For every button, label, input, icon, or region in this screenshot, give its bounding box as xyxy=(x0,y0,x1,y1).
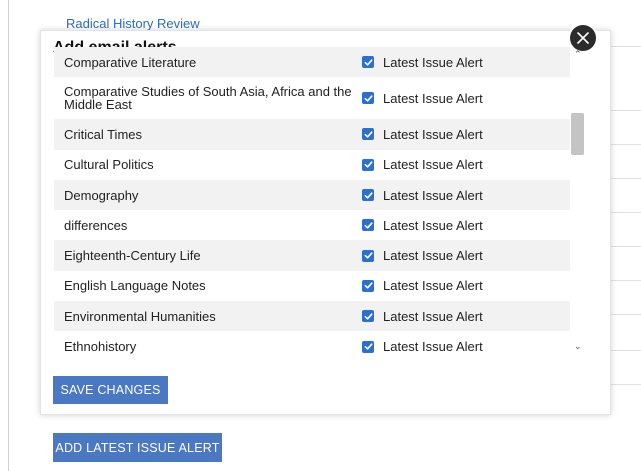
journal-name: Comparative Literature xyxy=(64,54,197,70)
latest-issue-alert-option[interactable]: Latest Issue Alert xyxy=(352,157,483,172)
latest-issue-alert-checkbox[interactable] xyxy=(362,219,374,232)
latest-issue-alert-checkbox[interactable] xyxy=(362,189,374,202)
latest-issue-alert-option[interactable]: Latest Issue Alert xyxy=(352,248,483,263)
background-divider xyxy=(610,212,641,213)
latest-issue-alert-option[interactable]: Latest Issue Alert xyxy=(352,218,483,233)
list-item: English Language Notes Latest Issue Alert xyxy=(54,271,570,301)
journal-name: differences xyxy=(64,217,128,233)
check-icon xyxy=(364,161,373,168)
list-item: Comparative Studies of South Asia, Afric… xyxy=(54,77,570,119)
list-item: Critical Times Latest Issue Alert xyxy=(54,119,570,150)
background-divider xyxy=(610,384,641,385)
background-divider xyxy=(610,46,641,47)
latest-issue-alert-checkbox[interactable] xyxy=(362,56,374,69)
check-icon xyxy=(364,252,373,259)
page-left-border xyxy=(8,0,9,471)
journal-name: Cultural Politics xyxy=(64,157,154,173)
list-item: Eighteenth-Century Life Latest Issue Aler… xyxy=(54,240,570,271)
background-divider xyxy=(610,110,641,111)
list-scrollbar[interactable]: ⌃ ⌄ xyxy=(570,47,587,355)
journal-name: Eighteenth-Century Life xyxy=(64,248,201,264)
list-scrollbar-thumb[interactable] xyxy=(571,113,584,155)
list-item: Demography Latest Issue Alert xyxy=(54,179,570,211)
latest-issue-alert-label: Latest Issue Alert xyxy=(383,126,483,142)
latest-issue-alert-option[interactable]: Latest Issue Alert xyxy=(352,55,483,70)
list-item: differences Latest Issue Alert xyxy=(54,210,570,240)
check-icon xyxy=(364,131,373,138)
save-changes-button[interactable]: SAVE CHANGES xyxy=(53,376,168,404)
latest-issue-alert-label: Latest Issue Alert xyxy=(383,278,483,294)
latest-issue-alert-label: Latest Issue Alert xyxy=(383,157,483,173)
list-scroll-up-icon[interactable]: ⌃ xyxy=(574,49,582,60)
check-icon xyxy=(364,222,373,229)
latest-issue-alert-label: Latest Issue Alert xyxy=(383,90,483,106)
latest-issue-alert-checkbox[interactable] xyxy=(362,92,374,105)
check-icon xyxy=(364,313,373,320)
latest-issue-alert-option[interactable]: Latest Issue Alert xyxy=(352,127,483,142)
latest-issue-alert-checkbox[interactable] xyxy=(362,158,374,171)
latest-issue-alert-label: Latest Issue Alert xyxy=(383,217,483,233)
check-icon xyxy=(364,282,373,290)
latest-issue-alert-label: Latest Issue Alert xyxy=(383,54,483,70)
check-icon xyxy=(364,95,373,102)
background-divider xyxy=(610,246,641,247)
latest-issue-alert-option[interactable]: Latest Issue Alert xyxy=(352,188,483,203)
latest-issue-alert-checkbox[interactable] xyxy=(362,279,374,292)
latest-issue-alert-label: Latest Issue Alert xyxy=(383,339,483,355)
latest-issue-alert-option[interactable]: Latest Issue Alert xyxy=(352,278,483,293)
latest-issue-alert-label: Latest Issue Alert xyxy=(383,187,483,203)
radical-history-review-link[interactable]: Radical History Review xyxy=(66,16,200,31)
latest-issue-alert-checkbox[interactable] xyxy=(362,249,374,262)
background-divider xyxy=(610,178,641,179)
email-alerts-modal: Add email alerts Comparative LiteratureL… xyxy=(40,25,611,415)
journal-name: Ethnohistory xyxy=(64,339,137,355)
journal-name: Comparative Studies of South Asia, Afric… xyxy=(64,84,352,113)
latest-issue-alert-option[interactable]: Latest Issue Alert xyxy=(352,91,483,106)
check-icon xyxy=(364,58,373,66)
latest-issue-alert-label: Latest Issue Alert xyxy=(383,308,483,324)
check-icon xyxy=(364,191,373,199)
journal-name: Demography xyxy=(64,187,139,203)
latest-issue-alert-option[interactable]: Latest Issue Alert xyxy=(352,309,483,324)
close-icon xyxy=(577,32,589,44)
list-item: Ethnohistory Latest Issue Alert xyxy=(54,331,570,355)
list-item: Comparative Literature Latest Issue Alert xyxy=(54,47,570,78)
latest-issue-alert-checkbox[interactable] xyxy=(362,310,374,323)
background-divider xyxy=(610,144,641,145)
list-item: Environmental Humanities Latest Issue Ale… xyxy=(54,301,570,332)
latest-issue-alert-option[interactable]: Latest Issue Alert xyxy=(352,339,483,354)
list-scroll-down-icon[interactable]: ⌄ xyxy=(574,341,582,352)
journal-name: Environmental Humanities xyxy=(64,308,216,324)
background-divider xyxy=(610,280,641,281)
journal-name: Critical Times xyxy=(64,126,143,142)
background-divider xyxy=(610,314,641,315)
list-item: Cultural Politics Latest Issue Alert xyxy=(54,150,570,180)
journal-name: English Language Notes xyxy=(64,278,206,294)
latest-issue-alert-checkbox[interactable] xyxy=(362,340,374,353)
background-divider xyxy=(610,350,641,351)
journal-list[interactable]: Comparative Literature Latest Issue Alert… xyxy=(54,47,570,355)
check-icon xyxy=(364,343,373,350)
latest-issue-alert-checkbox[interactable] xyxy=(362,128,374,141)
add-latest-issue-alert-button[interactable]: ADD LATEST ISSUE ALERT xyxy=(53,433,222,462)
latest-issue-alert-label: Latest Issue Alert xyxy=(383,248,483,264)
